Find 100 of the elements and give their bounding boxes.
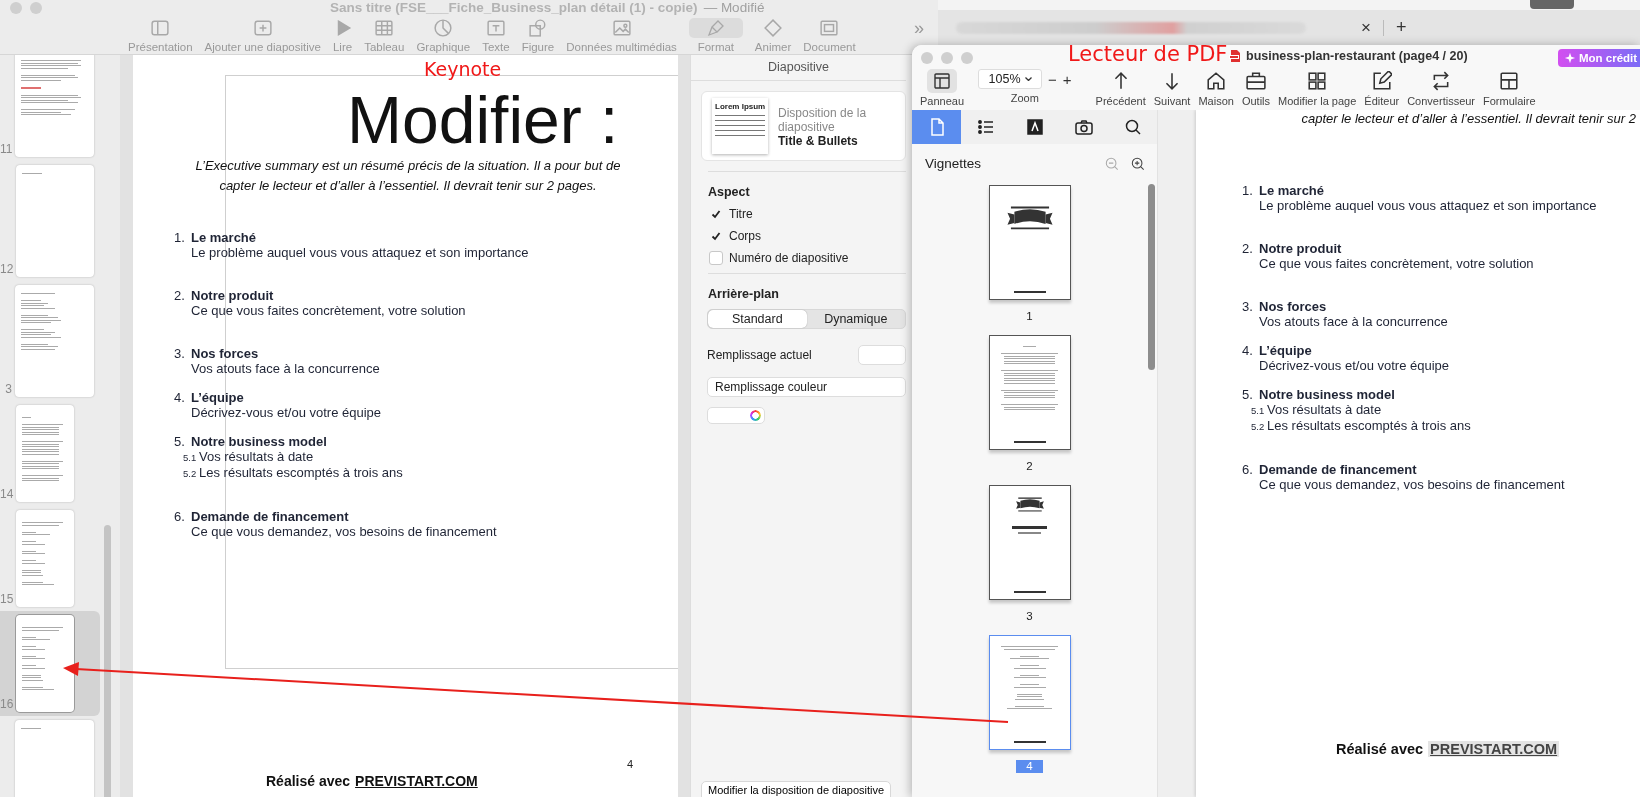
slide-number: 11: [0, 143, 13, 155]
toolbar-button[interactable]: Formulaire: [1483, 69, 1536, 107]
sub-number: 5.1: [1251, 404, 1266, 418]
chevron-down-icon: [1024, 77, 1032, 81]
slide-thumbnail[interactable]: [16, 165, 94, 277]
scrollbar[interactable]: [104, 525, 111, 797]
list-number: 5.: [174, 434, 186, 449]
zoom-in-button[interactable]: +: [1062, 70, 1072, 88]
slide-number: 14: [0, 488, 14, 500]
color-well[interactable]: [707, 407, 765, 424]
list-number: 3.: [174, 346, 186, 361]
fill-swatch[interactable]: [858, 345, 906, 365]
page-thumbnail[interactable]: [988, 185, 1071, 300]
layout-card[interactable]: Lorem Ipsum Disposition de la diapositive Title & Bullets: [701, 91, 906, 161]
list-heading: Le marché: [1259, 183, 1326, 198]
checkbox[interactable]: [709, 251, 723, 265]
search-icon: [1123, 118, 1142, 136]
zoom-out-icon[interactable]: [1105, 156, 1119, 171]
annotation-label: Keynote: [424, 58, 502, 80]
window-tab[interactable]: [1530, 0, 1574, 9]
sub-text: Les résultats escomptés à trois ans: [1267, 418, 1471, 433]
toolbar-button[interactable]: Modifier la page: [1278, 69, 1357, 107]
list-number: 4.: [174, 390, 186, 405]
list-text: Le problème auquel vous vous attaquez et son importance: [1259, 198, 1597, 213]
section-title: Aspect: [707, 184, 751, 201]
list-text: Vos atouts face à la concurrence: [191, 361, 380, 376]
grid-icon: [1307, 71, 1328, 91]
slide-thumbnail[interactable]: [15, 55, 94, 157]
checkbox-label: Numéro de diapositive: [729, 251, 849, 265]
segment-button[interactable]: Dynamique: [806, 310, 905, 328]
list-heading: Notre business model: [1259, 387, 1396, 402]
toolbar-button[interactable]: Suivant: [1153, 69, 1191, 107]
close-tab-button[interactable]: ×: [1361, 17, 1371, 38]
toolbar-button[interactable]: Outils: [1241, 69, 1271, 107]
toolbar-button[interactable]: Convertisseur: [1407, 69, 1476, 107]
pdf-file-icon: [1228, 49, 1242, 63]
brand-link[interactable]: PREVISTART.COM: [355, 773, 478, 789]
list-heading: Notre business model: [191, 434, 328, 449]
list-number: 3.: [1242, 299, 1254, 314]
list-heading: Notre produit: [191, 288, 275, 303]
window-minimize-button[interactable]: [30, 2, 42, 14]
toolbar-button[interactable]: Précédent: [1095, 69, 1146, 107]
checkbox-label: Corps: [729, 229, 761, 243]
slide-number: 12: [0, 263, 14, 275]
slide-number: 3: [5, 383, 12, 395]
list-number: 5.: [1242, 387, 1254, 402]
toolbar-button[interactable]: Maison: [1198, 69, 1234, 107]
list-heading: Demande de financement: [191, 509, 350, 524]
slide-thumbnail[interactable]: [16, 615, 74, 712]
intro-text: L’Executive summary est un résumé précis de la situation. Il a pour but de: [194, 157, 622, 175]
brand-link[interactable]: PREVISTART.COM: [1428, 741, 1560, 757]
list-heading: Nos forces: [191, 346, 260, 361]
page-number: 2: [1025, 460, 1034, 473]
zoom-in-icon[interactable]: [1131, 156, 1145, 171]
text-style-icon: [1025, 118, 1044, 136]
layout-name: Title & Bullets: [778, 134, 859, 148]
fill-type-dropdown[interactable]: Remplissage couleur: [707, 377, 906, 397]
page-thumbnail[interactable]: [988, 485, 1071, 600]
list-heading: Notre produit: [1259, 241, 1343, 256]
list-heading: Demande de financement: [1259, 462, 1418, 477]
list-text: Ce que vous faites concrètement, votre solution: [1259, 256, 1534, 271]
annotation-label: Lecteur de PDF: [1068, 42, 1228, 66]
intro-text: capter le lecteur et d’aller à l’essentiel. Il devrait tenir sur 2: [1300, 110, 1637, 126]
inspector-title: Diapositive: [691, 55, 906, 81]
list-heading: L’équipe: [191, 390, 245, 405]
list-heading: L’équipe: [1259, 343, 1313, 358]
page-thumbnail[interactable]: [988, 335, 1071, 450]
sub-text: Les résultats escomptés à trois ans: [199, 465, 403, 480]
new-tab-button[interactable]: +: [1395, 17, 1407, 38]
zoom-out-button[interactable]: −: [1048, 70, 1057, 88]
zoom-dropdown[interactable]: 105%: [978, 69, 1043, 89]
credit-button[interactable]: Mon crédit: [1558, 49, 1640, 67]
scrollbar[interactable]: [1148, 184, 1155, 370]
slide-thumbnail[interactable]: [16, 510, 74, 607]
camera-icon: [1074, 118, 1093, 136]
form-icon: [1499, 71, 1520, 91]
slide-title[interactable]: Modifier :: [347, 87, 619, 153]
list-text: Décrivez-vous et/ou votre équipe: [191, 405, 382, 420]
window-close-button[interactable]: [10, 2, 22, 14]
toolbar-button[interactable]: Éditeur: [1364, 69, 1400, 107]
section-title: Arrière-plan: [707, 286, 780, 303]
list-text: Ce que vous faites concrètement, votre solution: [191, 303, 466, 318]
window-close-button[interactable]: [921, 52, 933, 64]
list-number: 2.: [1242, 241, 1254, 256]
list-text: Vos atouts face à la concurrence: [1259, 314, 1448, 329]
checkbox-label: Titre: [729, 207, 753, 221]
fill-label: Remplissage actuel: [707, 348, 812, 362]
slide-thumbnail[interactable]: [15, 285, 94, 397]
window-title: Sans titre (FSE___Fiche_Business_plan détail (1) - copie): [330, 0, 698, 15]
sub-number: 5.2: [183, 467, 198, 481]
list-text: Décrivez-vous et/ou votre équipe: [1259, 358, 1450, 373]
segment-button[interactable]: Standard: [708, 310, 807, 328]
window-minimize-button[interactable]: [941, 52, 953, 64]
zoom-label: Zoom: [1010, 92, 1039, 104]
page-thumbnail[interactable]: [988, 635, 1071, 750]
panel-button[interactable]: Panneau: [920, 69, 965, 107]
change-layout-button[interactable]: Modifier la disposition de diapositive: [701, 781, 892, 797]
slide-thumbnail[interactable]: [16, 405, 74, 502]
footer-text: Réalisé avec: [266, 773, 351, 789]
window-zoom-button[interactable]: [961, 52, 973, 64]
